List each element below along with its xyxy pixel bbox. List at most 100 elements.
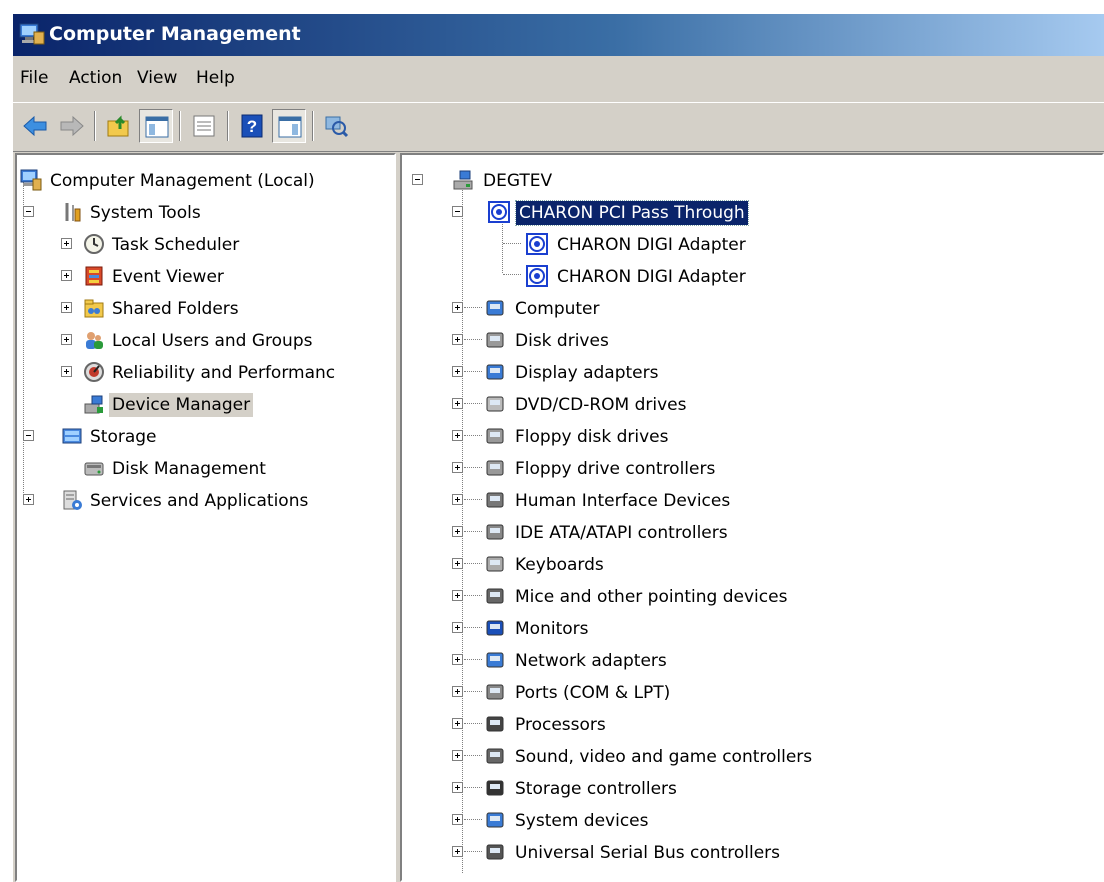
expand-toggle[interactable]: [61, 270, 72, 281]
performance-gauge-icon: [84, 362, 104, 382]
forward-button[interactable]: [55, 109, 89, 143]
tree-line: [23, 181, 24, 501]
sound-icon: [486, 748, 504, 764]
device-category-label: Monitors: [515, 619, 589, 639]
tree-line: [464, 851, 482, 852]
collapse-toggle[interactable]: [412, 174, 423, 185]
properties-icon: [193, 115, 215, 137]
device-tree-pane[interactable]: DEGTEV CHARON PCI Pass Through CHARON DI…: [400, 153, 1104, 882]
collapse-toggle[interactable]: [23, 430, 34, 441]
charon-adapter-icon: [526, 233, 548, 255]
back-button[interactable]: [18, 109, 52, 143]
help-icon: ?: [241, 114, 263, 138]
device-category-label: Processors: [515, 715, 606, 735]
device-category-label: Keyboards: [515, 555, 604, 575]
show-hide-console-tree-icon: [145, 116, 169, 138]
tree-line: [464, 563, 482, 564]
expand-toggle[interactable]: [452, 558, 463, 569]
expand-toggle[interactable]: [452, 718, 463, 729]
expand-toggle[interactable]: [452, 494, 463, 505]
expand-toggle[interactable]: [452, 750, 463, 761]
expand-toggle[interactable]: [452, 846, 463, 857]
users-icon: [86, 332, 103, 349]
device-tree-root-label: DEGTEV: [483, 171, 553, 191]
expand-toggle[interactable]: [452, 814, 463, 825]
menu-view[interactable]: View: [137, 68, 177, 88]
title-bar[interactable]: Computer Management: [13, 14, 1104, 56]
tree-label-services: Services and Applications: [90, 491, 309, 511]
expand-toggle[interactable]: [452, 430, 463, 441]
tree-label-storage: Storage: [90, 427, 157, 447]
expand-toggle[interactable]: [452, 654, 463, 665]
console-tree-pane[interactable]: Computer Management (Local) System Tools…: [15, 153, 396, 882]
event-viewer-icon: [85, 266, 103, 286]
expand-toggle[interactable]: [61, 334, 72, 345]
collapse-toggle[interactable]: [452, 206, 463, 217]
computer-network-icon: [453, 170, 473, 190]
show-hide-action-pane-button[interactable]: [272, 109, 306, 143]
window-title: Computer Management: [49, 23, 301, 45]
usb-icon: [486, 844, 504, 860]
tree-line: [464, 499, 482, 500]
show-hide-console-tree-button[interactable]: [139, 109, 173, 143]
expand-toggle[interactable]: [452, 366, 463, 377]
expand-toggle[interactable]: [452, 462, 463, 473]
display-adapter-icon: [486, 364, 504, 380]
expand-toggle[interactable]: [61, 366, 72, 377]
menu-action[interactable]: Action: [69, 68, 122, 88]
charon-adapter-icon: [526, 265, 548, 287]
menu-help[interactable]: Help: [196, 68, 235, 88]
device-category-label: Human Interface Devices: [515, 491, 731, 511]
device-category-label: Floppy drive controllers: [515, 459, 716, 479]
expand-toggle[interactable]: [23, 494, 34, 505]
processor-icon: [486, 716, 504, 732]
expand-toggle[interactable]: [452, 590, 463, 601]
tree-label-local-users: Local Users and Groups: [112, 331, 313, 351]
computer-management-icon: [19, 23, 45, 45]
shared-folder-icon: [84, 299, 104, 318]
tree-label-device-manager: Device Manager: [109, 393, 254, 417]
menu-file[interactable]: File: [20, 68, 48, 88]
computer-management-window: Computer Management File Action View Hel…: [13, 14, 1104, 882]
up-folder-icon: [107, 115, 129, 137]
charon-adapter-icon: [488, 201, 510, 223]
properties-button[interactable]: [187, 109, 221, 143]
device-category-label: Computer: [515, 299, 600, 319]
expand-toggle[interactable]: [452, 686, 463, 697]
floppy-controller-icon: [486, 460, 504, 476]
tree-line: [464, 403, 482, 404]
expand-toggle[interactable]: [61, 238, 72, 249]
expand-toggle[interactable]: [452, 334, 463, 345]
storage-controller-icon: [486, 780, 504, 796]
tree-label-shared-folders: Shared Folders: [112, 299, 239, 319]
port-icon: [486, 684, 504, 700]
device-category-label: Universal Serial Bus controllers: [515, 843, 781, 863]
device-category-label: DVD/CD-ROM drives: [515, 395, 687, 415]
collapse-toggle[interactable]: [23, 206, 34, 217]
disk-management-icon: [84, 462, 104, 476]
expand-toggle[interactable]: [452, 526, 463, 537]
expand-toggle[interactable]: [452, 302, 463, 313]
show-hide-action-pane-icon: [278, 116, 302, 138]
tree-line: [464, 723, 482, 724]
scan-hardware-button[interactable]: [319, 109, 353, 143]
device-category-label: Ports (COM & LPT): [515, 683, 671, 703]
expand-toggle[interactable]: [452, 622, 463, 633]
tree-line: [464, 339, 482, 340]
computer-management-icon: [20, 169, 42, 191]
device-category-label: Floppy disk drives: [515, 427, 669, 447]
up-one-level-button[interactable]: [102, 109, 136, 143]
expand-toggle[interactable]: [61, 302, 72, 313]
computer-icon: [486, 300, 504, 316]
device-category-label: IDE ATA/ATAPI controllers: [515, 523, 728, 543]
keyboard-icon: [486, 556, 504, 572]
tree-line: [464, 371, 482, 372]
help-button[interactable]: ?: [235, 109, 269, 143]
expand-toggle[interactable]: [452, 782, 463, 793]
tree-label-task-scheduler: Task Scheduler: [112, 235, 240, 255]
tree-line: [503, 243, 521, 244]
back-icon: [23, 115, 47, 137]
ide-controller-icon: [486, 524, 504, 540]
tree-label-disk-management: Disk Management: [112, 459, 266, 479]
expand-toggle[interactable]: [452, 398, 463, 409]
